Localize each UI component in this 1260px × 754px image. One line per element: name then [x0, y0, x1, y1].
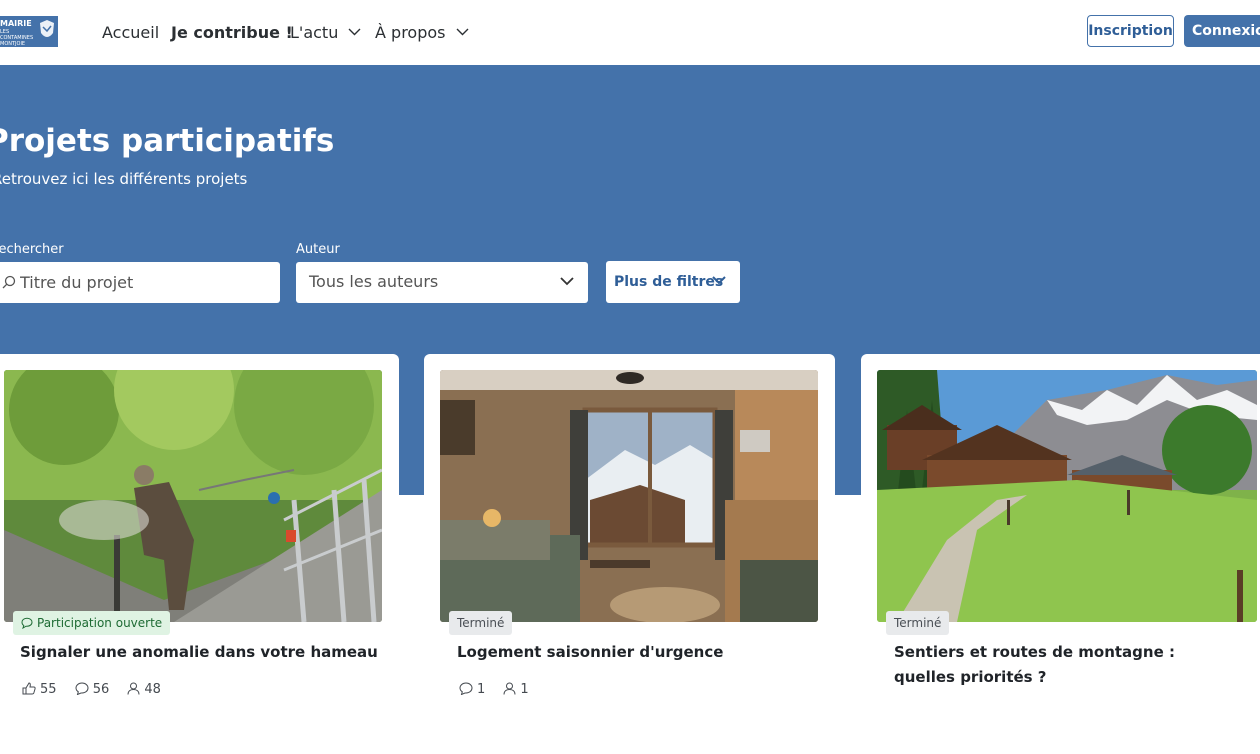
status-badge-label: Participation ouverte [37, 616, 163, 630]
comments-count-value: 1 [477, 682, 486, 697]
project-image [877, 370, 1257, 622]
nav-actu-label: L'actu [290, 23, 339, 42]
page-subtitle: Retrouvez ici les différents projets [0, 170, 248, 188]
project-title[interactable]: Signaler une anomalie dans votre hameau [20, 640, 390, 665]
comment-icon [459, 682, 473, 696]
page-title: Projets participatifs [0, 123, 335, 159]
search-input[interactable] [20, 262, 260, 303]
author-select-value: Tous les auteurs [309, 272, 439, 291]
project-card[interactable]: Terminé Logement saisonnier d'urgence 1 … [424, 354, 835, 754]
chevron-down-icon [456, 28, 469, 36]
more-filters-button[interactable]: Plus de filtres [606, 261, 740, 303]
thumbs-up-icon [22, 682, 36, 695]
project-card[interactable]: Terminé Sentiers et routes de montagne :… [861, 354, 1260, 754]
comment-icon [75, 682, 89, 696]
author-label: Auteur [296, 242, 340, 257]
likes-count-value: 55 [40, 682, 57, 697]
comments-count: 56 [75, 680, 110, 700]
chevron-down-icon [712, 276, 726, 285]
comments-count: 1 [459, 680, 485, 700]
search-label: Rechercher [0, 242, 64, 257]
more-filters-label: Plus de filtres [614, 274, 724, 290]
user-icon [127, 682, 140, 695]
chevron-down-icon [560, 277, 574, 286]
status-badge: Participation ouverte [13, 611, 171, 635]
status-badge: Terminé [449, 611, 513, 635]
participants-count: 48 [127, 680, 161, 700]
logo-line2: LES CONTAMINES MONTJOIE [0, 29, 34, 47]
project-card[interactable]: Participation ouverte Signaler une anoma… [0, 354, 399, 754]
search-icon [2, 275, 16, 289]
project-image [440, 370, 818, 622]
project-stats: 1 1 [459, 680, 543, 700]
chevron-down-icon [348, 28, 361, 36]
search-field[interactable] [0, 262, 280, 303]
signup-button[interactable]: Inscription [1087, 15, 1174, 47]
user-icon [503, 682, 516, 695]
project-title[interactable]: Logement saisonnier d'urgence [457, 640, 827, 665]
mairie-logo[interactable]: MAIRIE LES CONTAMINES MONTJOIE [0, 16, 58, 47]
nav-je-contribue[interactable]: Je contribue ! [171, 22, 293, 44]
project-stats: 55 56 48 [22, 680, 175, 700]
project-title[interactable]: Sentiers et routes de montagne : quelles… [894, 640, 1219, 690]
author-select[interactable]: Tous les auteurs [296, 262, 588, 303]
participants-count: 1 [503, 680, 529, 700]
participants-count-value: 48 [144, 682, 161, 697]
status-badge: Terminé [886, 611, 950, 635]
comment-icon [21, 617, 33, 629]
nav-a-propos-label: À propos [375, 23, 446, 42]
project-image [4, 370, 382, 622]
participants-count-value: 1 [520, 682, 529, 697]
nav-actu[interactable]: L'actu [290, 22, 361, 44]
top-navbar: MAIRIE LES CONTAMINES MONTJOIE Accueil J… [0, 0, 1260, 65]
nav-a-propos[interactable]: À propos [375, 22, 469, 44]
likes-count: 55 [22, 680, 57, 700]
login-button[interactable]: Connexion [1184, 15, 1260, 47]
nav-accueil[interactable]: Accueil [102, 22, 159, 44]
crest-icon [40, 20, 54, 37]
logo-line1: MAIRIE [0, 19, 32, 28]
comments-count-value: 56 [92, 682, 110, 697]
